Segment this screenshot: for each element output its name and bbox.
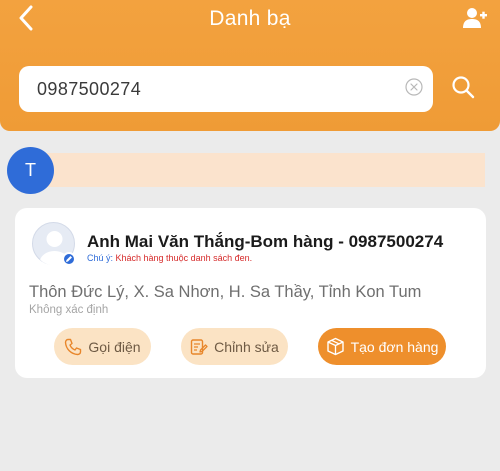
blacklist-note: Chú ý: Khách hàng thuộc danh sách đen. [87, 253, 252, 263]
package-icon [326, 337, 345, 356]
section-letter-badge: T [7, 147, 54, 194]
search-button[interactable] [448, 74, 478, 104]
search-input[interactable] [37, 78, 377, 100]
phone-icon [64, 338, 82, 356]
contact-name: Anh Mai Văn Thắng-Bom hàng - 0987500274 [87, 232, 444, 251]
create-order-button-label: Tạo đơn hàng [350, 338, 439, 355]
add-contact-button[interactable] [460, 5, 490, 35]
page-title: Danh bạ [209, 7, 291, 30]
verified-badge [62, 252, 76, 266]
section-header-bar [28, 153, 485, 187]
pencil-icon [66, 256, 72, 262]
search-icon [451, 75, 475, 104]
contact-address: Thôn Đức Lý, X. Sa Nhơn, H. Sa Thầy, Tỉn… [29, 283, 422, 301]
search-box [19, 66, 433, 112]
edit-icon [190, 338, 208, 356]
note-label: Chú ý: [87, 253, 116, 263]
create-order-button[interactable]: Tạo đơn hàng [318, 328, 446, 365]
call-button-label: Gọi điện [88, 338, 141, 355]
app-header: Danh bạ [0, 0, 500, 131]
clear-search-button[interactable] [404, 77, 424, 101]
add-user-icon [463, 7, 487, 34]
edit-button[interactable]: Chỉnh sửa [181, 328, 288, 365]
avatar [32, 222, 76, 266]
call-button[interactable]: Gọi điện [54, 328, 151, 365]
contact-sub-address: Không xác định [29, 304, 109, 316]
clear-circle-icon [405, 77, 423, 101]
edit-button-label: Chỉnh sửa [214, 338, 279, 355]
contact-card[interactable]: Anh Mai Văn Thắng-Bom hàng - 0987500274 … [15, 208, 486, 378]
note-text: Khách hàng thuộc danh sách đen. [115, 253, 253, 263]
